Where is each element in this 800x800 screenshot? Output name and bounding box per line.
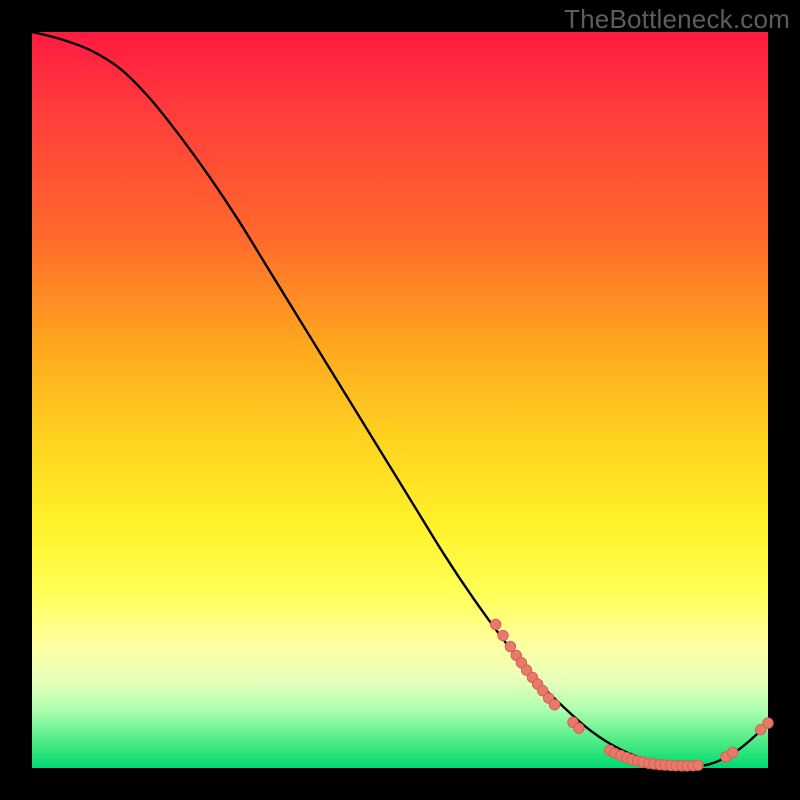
data-point xyxy=(574,723,584,733)
data-point xyxy=(498,630,508,640)
data-point xyxy=(549,700,559,710)
watermark-text: TheBottleneck.com xyxy=(564,4,790,35)
data-point xyxy=(490,619,500,629)
data-point xyxy=(727,747,737,757)
data-point xyxy=(763,718,773,728)
data-point xyxy=(693,760,703,770)
bottleneck-curve xyxy=(32,32,768,766)
data-dots xyxy=(490,619,773,771)
curve-svg xyxy=(32,32,768,768)
chart-frame: TheBottleneck.com xyxy=(0,0,800,800)
plot-area xyxy=(32,32,768,768)
